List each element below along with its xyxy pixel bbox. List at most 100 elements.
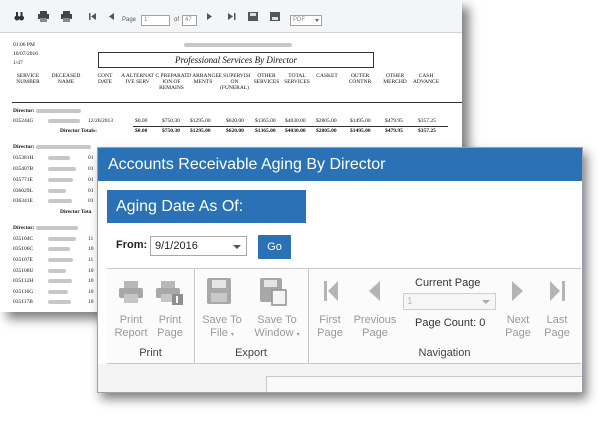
deceased-name-redacted <box>48 269 66 273</box>
current-page-select[interactable]: 1 <box>403 293 496 310</box>
from-date-value: 9/1/2016 <box>155 240 198 252</box>
save-to-window-label: Save To Window ▾ <box>248 314 306 342</box>
service-number: 035107E <box>13 257 33 263</box>
col-alternative-serv: A ALTERNAT IVE SERV <box>121 73 154 85</box>
window-title: Accounts Receivable Aging By Director <box>98 148 582 181</box>
report-page: 1/47 <box>13 60 23 66</box>
company-name-redacted <box>184 43 292 47</box>
cont-date: 10 <box>88 278 94 284</box>
first-page-icon[interactable] <box>89 11 97 22</box>
director-name-redacted <box>36 226 78 230</box>
print-report-button[interactable] <box>118 280 144 309</box>
col-deceased-name: DECEASED NAME <box>51 73 81 85</box>
next-page-label: Next Page <box>505 314 531 339</box>
total-value: $1365.00 <box>255 128 276 134</box>
chevron-down-icon <box>482 300 490 304</box>
col-casket: CASKET <box>316 73 338 79</box>
cont-date: 01 <box>88 198 94 204</box>
deceased-name-redacted <box>48 167 76 171</box>
deceased-name-redacted <box>48 300 71 304</box>
total-value: $479.95 <box>385 128 403 134</box>
col-outer-contnr: OUTER CONTNR <box>348 73 372 85</box>
find-icon[interactable] <box>14 11 24 22</box>
report-preview-pane <box>266 376 582 392</box>
export-icon[interactable] <box>270 11 280 22</box>
total-value: $4030.00 <box>285 128 306 134</box>
go-button[interactable]: Go <box>258 235 291 259</box>
cont-date: 01 <box>88 188 94 194</box>
print-layout-icon[interactable] <box>61 11 72 22</box>
previous-page-icon <box>369 281 380 301</box>
chevron-down-icon: ▾ <box>296 332 300 338</box>
total-value: $620.00 <box>226 128 244 134</box>
last-page-icon <box>550 281 565 301</box>
col-arrangements: D ARRANGE MENTS <box>187 73 219 85</box>
export-format-select[interactable]: PDF <box>290 15 322 26</box>
next-page-icon[interactable] <box>207 11 213 22</box>
director-name-redacted <box>36 109 81 113</box>
floppy-disk-icon <box>207 278 231 304</box>
cont-date: 10 <box>88 268 94 274</box>
current-page-label: Current Page <box>415 277 481 289</box>
director-name-redacted <box>36 145 91 149</box>
cell-value: $620.00 <box>226 118 244 124</box>
deceased-name-redacted <box>48 156 70 160</box>
previous-page-button[interactable] <box>368 280 380 307</box>
group-label-print: Print <box>139 347 162 359</box>
deceased-name-redacted <box>48 119 80 123</box>
save-icon[interactable] <box>248 11 258 22</box>
print-icon[interactable] <box>38 11 49 22</box>
totals-divider <box>133 126 448 127</box>
from-date-select[interactable]: 9/1/2016 <box>150 236 247 256</box>
save-window-icon <box>260 278 287 306</box>
last-page-icon[interactable] <box>228 11 236 22</box>
cont-date: 10 <box>88 289 94 295</box>
save-to-file-button[interactable] <box>207 278 231 309</box>
service-number: 036029L <box>13 188 33 194</box>
cont-date: 01 <box>88 177 94 183</box>
first-page-label: First Page <box>317 314 343 339</box>
deceased-name-redacted <box>48 189 66 193</box>
header-divider <box>12 102 462 103</box>
service-number: 035771E <box>13 177 33 183</box>
deceased-name-redacted <box>48 237 76 241</box>
last-page-button[interactable] <box>550 280 566 307</box>
cont-date: 11 <box>88 257 94 263</box>
next-page-button[interactable] <box>512 280 524 307</box>
cell-value: $357.25 <box>418 118 436 124</box>
service-number: 035106C <box>13 246 34 252</box>
cell-value: $2805.00 <box>316 118 337 124</box>
group-label-export: Export <box>235 347 267 359</box>
director-label: Director: <box>13 108 35 114</box>
print-page-button[interactable] <box>156 280 184 311</box>
of-label: of <box>174 17 180 23</box>
print-page-icon <box>156 281 183 305</box>
cell-value: $1365.00 <box>255 118 276 124</box>
deceased-name-redacted <box>48 279 72 283</box>
page-label: Page <box>122 17 137 23</box>
previous-page-icon[interactable] <box>108 11 114 22</box>
col-service-number: SERVICE NUMBER <box>16 73 40 85</box>
print-report-label: Print Report <box>114 314 148 339</box>
col-total-services: TOTAL SERVICES <box>284 73 310 85</box>
col-supervision: E SUPERVISI ON (FUNERAL) <box>218 73 251 91</box>
chevron-down-icon <box>233 245 241 249</box>
service-number: 035112H <box>13 278 34 284</box>
col-preparation: C PREPARAT ION OF REMAINS <box>155 73 188 91</box>
report-title: Professional Services By Director <box>98 52 374 68</box>
save-to-window-text: Save To Window <box>254 314 297 339</box>
service-number: 035116G <box>13 289 34 295</box>
col-other-merchd: OTHER MERCHD <box>383 73 407 85</box>
last-page-label: Last Page <box>544 314 570 339</box>
save-to-window-button[interactable] <box>260 278 288 311</box>
deceased-name-redacted <box>48 290 68 294</box>
director-label: Director: <box>13 225 35 231</box>
first-page-button[interactable] <box>323 280 339 307</box>
cell-value: $1295.00 <box>190 118 211 124</box>
current-page-value: 1 <box>407 296 413 307</box>
report-toolbar: Page 1 of 47 PDF <box>0 0 462 33</box>
total-value: $2805.00 <box>316 128 337 134</box>
cell-value: $1495.00 <box>350 118 371 124</box>
previous-page-label: Previous Page <box>353 314 397 339</box>
page-number-input[interactable]: 1 <box>141 15 170 26</box>
